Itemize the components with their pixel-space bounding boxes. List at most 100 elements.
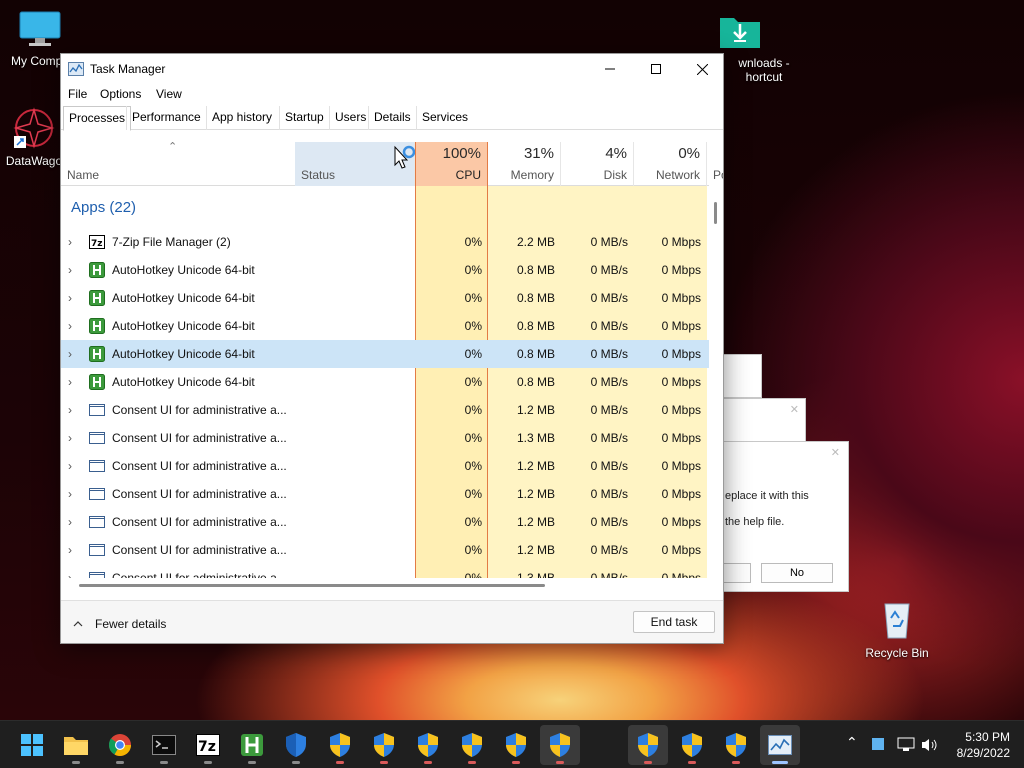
taskbar-item-terminal[interactable] (144, 725, 184, 765)
process-row[interactable]: › AutoHotkey Unicode 64-bit 0% 0.8 MB 0 MB/s… (61, 340, 709, 368)
taskbar-item-uac-shield[interactable] (496, 725, 536, 765)
maximize-button[interactable] (633, 54, 679, 84)
shield-icon (286, 733, 306, 757)
process-row[interactable]: › AutoHotkey Unicode 64-bit 0% 0.8 MB 0 MB/s… (61, 284, 709, 312)
expand-chevron-icon[interactable]: › (68, 347, 72, 361)
fewer-details-button[interactable]: Fewer details (73, 614, 166, 634)
taskbar-item-uac-shield[interactable] (716, 725, 756, 765)
process-row[interactable]: › Consent UI for administrative a... 0% 1.2… (61, 536, 709, 564)
close-button[interactable] (679, 54, 723, 84)
expand-chevron-icon[interactable]: › (68, 431, 72, 445)
window-icon (89, 404, 105, 416)
taskbar-item-uac-shield[interactable] (628, 725, 668, 765)
window-icon (89, 572, 105, 578)
taskbar-item-uac-shield[interactable] (408, 725, 448, 765)
tab-app-history[interactable]: App history (206, 106, 277, 130)
process-row[interactable]: › AutoHotkey Unicode 64-bit 0% 0.8 MB 0 MB/s… (61, 256, 709, 284)
running-indicator (116, 761, 124, 764)
minimize-button[interactable] (587, 54, 633, 84)
network-icon[interactable] (897, 737, 915, 753)
expand-chevron-icon[interactable]: › (68, 543, 72, 557)
process-row[interactable]: › Consent UI for administrative a... 0% 1.2… (61, 396, 709, 424)
expand-chevron-icon[interactable]: › (68, 319, 72, 333)
column-header-status[interactable]: Status (295, 142, 416, 186)
process-row[interactable]: › AutoHotkey Unicode 64-bit 0% 0.8 MB 0 MB/s… (61, 368, 709, 396)
taskbar-item-uac-shield[interactable] (364, 725, 404, 765)
expand-chevron-icon[interactable]: › (68, 375, 72, 389)
column-header-power[interactable]: Po (707, 142, 723, 186)
vertical-scroll-thumb[interactable] (714, 202, 717, 224)
process-row[interactable]: › Consent UI for administrative a... 0% 1.2… (61, 452, 709, 480)
horizontal-scrollbar[interactable] (61, 578, 709, 592)
process-row[interactable]: › 7z 7-Zip File Manager (2) 0% 2.2 MB 0 MB/s 0… (61, 228, 709, 256)
tab-processes[interactable]: Processes (63, 106, 132, 131)
column-header-disk[interactable]: 4% Disk (561, 142, 634, 186)
process-name: Consent UI for administrative a... (112, 487, 287, 501)
tab-details[interactable]: Details (368, 106, 416, 130)
tray-app-icon[interactable] (872, 738, 884, 750)
taskbar-item-uac-shield[interactable] (320, 725, 360, 765)
taskbar-item-start[interactable] (12, 725, 52, 765)
autohotkey-icon (89, 290, 105, 306)
column-header-cpu[interactable]: 100% CPU (415, 142, 488, 186)
tab-users[interactable]: Users (329, 106, 371, 130)
section-header-apps[interactable]: Apps (22) (71, 199, 136, 216)
dialog-hidden-button[interactable] (721, 563, 751, 583)
taskbar-item-uac-shield[interactable] (540, 725, 580, 765)
horizontal-scroll-thumb[interactable] (79, 584, 545, 587)
taskbar-item-7zip[interactable]: 7z (188, 725, 228, 765)
background-dialog (720, 354, 762, 398)
process-row[interactable]: › Consent UI for administrative a... 0% 1.3… (61, 564, 709, 578)
minimize-icon (605, 68, 615, 70)
title-bar[interactable]: Task Manager (61, 54, 723, 84)
taskbar-item-chrome[interactable] (100, 725, 140, 765)
expand-chevron-icon[interactable]: › (68, 403, 72, 417)
column-header-network[interactable]: 0% Network (634, 142, 707, 186)
expand-chevron-icon[interactable]: › (68, 571, 72, 578)
menu-options[interactable]: Options (100, 87, 141, 101)
close-icon[interactable]: ✕ (790, 403, 799, 416)
desktop-icon-recycle-bin[interactable]: Recycle Bin (857, 598, 937, 660)
taskbar-clock[interactable]: 5:30 PM 8/29/2022 (957, 729, 1010, 761)
column-header-name[interactable]: ⌃ Name (61, 141, 295, 186)
process-row[interactable]: › Consent UI for administrative a... 0% 1.2… (61, 480, 709, 508)
taskbar-item-uac-shield[interactable] (452, 725, 492, 765)
menu-view[interactable]: View (156, 87, 182, 101)
menu-file[interactable]: File (68, 87, 87, 101)
close-icon[interactable]: ✕ (831, 446, 840, 459)
expand-chevron-icon[interactable]: › (68, 459, 72, 473)
process-row[interactable]: › Consent UI for administrative a... 0% 1.2… (61, 508, 709, 536)
vertical-scrollbar[interactable] (709, 186, 723, 578)
expand-chevron-icon[interactable]: › (68, 515, 72, 529)
desktop-icon-downloads-shortcut[interactable]: wnloads - hortcut (712, 12, 792, 84)
expand-chevron-icon[interactable]: › (68, 291, 72, 305)
expand-chevron-icon[interactable]: › (68, 487, 72, 501)
taskbar-item-task-manager[interactable] (760, 725, 800, 765)
running-indicator (688, 761, 696, 764)
fewer-details-label: Fewer details (95, 617, 167, 631)
taskbar-item-autohotkey[interactable] (232, 725, 272, 765)
volume-icon[interactable] (920, 737, 938, 753)
monitor-icon (19, 11, 61, 46)
7zip-icon: 7z (196, 734, 220, 756)
process-row[interactable]: › Consent UI for administrative a... 0% 1.3… (61, 424, 709, 452)
process-disk-value: 0 MB/s (590, 487, 628, 501)
tab-performance[interactable]: Performance (126, 106, 206, 130)
recycle-bin-icon (884, 603, 910, 639)
column-header-memory[interactable]: 31% Memory (488, 142, 561, 186)
expand-chevron-icon[interactable]: › (68, 235, 72, 249)
process-row[interactable]: › AutoHotkey Unicode 64-bit 0% 0.8 MB 0 MB/s… (61, 312, 709, 340)
taskbar-item-uac-shield[interactable] (672, 725, 712, 765)
tab-services[interactable]: Services (416, 106, 473, 130)
expand-chevron-icon[interactable]: › (68, 263, 72, 277)
process-name: Consent UI for administrative a... (112, 431, 287, 445)
taskbar-item-shield[interactable] (276, 725, 316, 765)
end-task-button[interactable]: End task (633, 611, 715, 633)
window-icon (89, 432, 105, 444)
taskbar-item-file-explorer[interactable] (56, 725, 96, 765)
show-hidden-icons-chevron-icon[interactable]: ⌃ (846, 735, 858, 751)
tab-startup[interactable]: Startup (279, 106, 329, 130)
no-button[interactable]: No (761, 563, 833, 583)
chevron-up-icon (73, 621, 83, 627)
clock-time: 5:30 PM (965, 730, 1010, 744)
